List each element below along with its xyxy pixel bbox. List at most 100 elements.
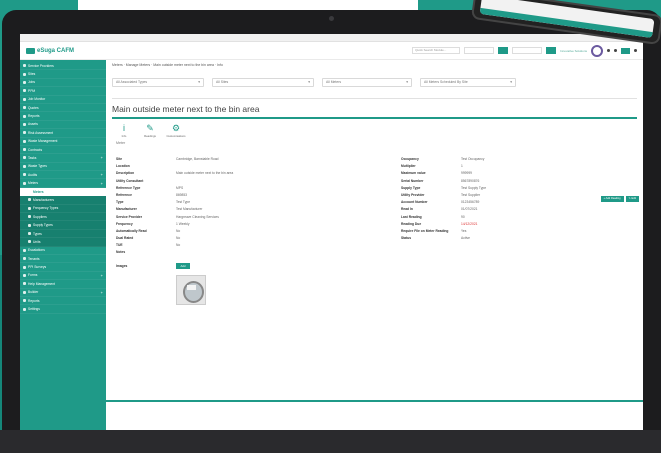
sidebar-item-escalations[interactable]: Escalations xyxy=(20,247,106,255)
chevron-down-icon: ▾ xyxy=(308,80,310,84)
detail-row: Frequency 1 Weekly xyxy=(116,221,401,228)
sidebar-item-suppliers[interactable]: Suppliers xyxy=(20,213,106,222)
filter-associated-types[interactable]: All Associated Types ▾ xyxy=(112,78,204,87)
detail-label: Status xyxy=(401,236,412,241)
sidebar: Service Providers Sites Jobs PPM Job Monitor… xyxy=(20,60,106,431)
sidebar-icon xyxy=(28,240,31,244)
detail-row: Serial Number 8567890876 xyxy=(401,178,486,185)
app-logo[interactable]: eSuga CAFM xyxy=(26,47,106,54)
sidebar-item-units[interactable]: Units xyxy=(20,238,106,247)
sidebar-item-label: Contracts xyxy=(28,147,43,152)
filter-sites[interactable]: All Sites ▾ xyxy=(212,78,314,87)
sidebar-icon xyxy=(23,257,26,261)
sidebar-icon xyxy=(23,131,26,135)
search-input[interactable]: Quick Search Module... xyxy=(412,47,461,54)
user-icon[interactable] xyxy=(614,49,617,52)
go-button[interactable] xyxy=(546,47,557,54)
sidebar-icon xyxy=(28,215,31,219)
sidebar-item-meters[interactable]: Meters xyxy=(20,187,106,197)
add-reading-button[interactable]: + Add Reading xyxy=(600,196,624,202)
sidebar-item-reports[interactable]: Reports xyxy=(20,112,106,121)
filter-input[interactable] xyxy=(464,47,495,54)
detail-row: Maximum value 999999 xyxy=(401,170,486,177)
notification-icon[interactable] xyxy=(607,49,610,52)
sidebar-item-service-providers[interactable]: Service Providers xyxy=(20,62,106,71)
sidebar-icon xyxy=(23,181,26,185)
filter-schedule[interactable]: All Meters Scheduled By Site ▾ xyxy=(420,78,516,87)
sidebar-icon xyxy=(23,122,26,126)
expand-icon[interactable]: + xyxy=(101,155,103,160)
add-image-button[interactable]: Add xyxy=(176,262,190,269)
main-content: Meters · Manage Meters · Main outside me… xyxy=(106,60,643,431)
sidebar-item-manufacturers[interactable]: Manufacturers xyxy=(20,196,106,205)
detail-row: Manufacturer Test Manufacturer xyxy=(116,206,401,213)
sidebar-item-label: Meters xyxy=(28,181,39,186)
detail-row: Site Cambridge, Barnstable Road xyxy=(116,156,401,163)
detail-value: Active xyxy=(461,236,470,241)
meter-image-thumbnail[interactable] xyxy=(176,274,206,305)
detail-row: Notes xyxy=(116,249,401,256)
detail-label: Reference Type xyxy=(116,185,141,190)
expand-icon[interactable]: + xyxy=(101,273,103,278)
expand-icon[interactable]: + xyxy=(101,181,103,186)
user-badge[interactable] xyxy=(621,47,630,54)
detail-value: Hargreave Cleaning Services xyxy=(176,214,219,219)
detail-row: Require File on Meter Reading Yes xyxy=(401,228,486,235)
search-button[interactable] xyxy=(498,47,509,54)
logo-icon xyxy=(26,47,35,54)
sidebar-item-assets[interactable]: Assets xyxy=(20,121,106,130)
sidebar-icon xyxy=(28,223,31,227)
sidebar-item-reports[interactable]: Reports xyxy=(20,297,106,306)
expand-icon[interactable]: + xyxy=(101,290,103,295)
sidebar-icon xyxy=(23,64,26,68)
sidebar-item-label: Tenants xyxy=(28,256,40,261)
sidebar-item-help-management[interactable]: Help Management xyxy=(20,280,106,289)
readings-action[interactable]: ✎ Readings xyxy=(142,123,158,138)
sidebar-item-tenants[interactable]: Tenants xyxy=(20,255,106,264)
sidebar-item-contracts[interactable]: Contracts xyxy=(20,146,106,155)
detail-row: Reference 869853 xyxy=(116,192,401,199)
sidebar-item-audits[interactable]: Audits + xyxy=(20,171,106,180)
detail-row: Reading Due 14/12/2021 xyxy=(401,221,486,228)
details-left-column: Site Cambridge, Barnstable Road Location De… xyxy=(116,156,401,257)
browser-url-bar[interactable] xyxy=(20,34,643,42)
sidebar-item-meters[interactable]: Meters + xyxy=(20,179,106,188)
laptop-base xyxy=(0,430,661,453)
sidebar-item-label: Reports xyxy=(28,114,40,119)
sidebar-item-jobs[interactable]: Jobs xyxy=(20,79,106,88)
detail-row: Dual Rated No xyxy=(116,235,401,242)
sidebar-icon xyxy=(28,206,31,210)
customisations-action[interactable]: ⚙ Customisations xyxy=(166,123,185,138)
sidebar-item-risk-assessment[interactable]: Risk Assessment xyxy=(20,129,106,138)
info-action[interactable]: i Info xyxy=(116,123,132,138)
sidebar-item-quotes[interactable]: Quotes xyxy=(20,104,106,113)
detail-row: TUE No xyxy=(116,242,401,249)
app-screen: eSuga CAFM Quick Search Module... Innova… xyxy=(20,34,643,432)
menu-icon[interactable] xyxy=(634,49,637,52)
detail-value: 01/07/2021 xyxy=(461,207,478,212)
sidebar-item-settings[interactable]: Settings xyxy=(20,305,106,314)
edit-button[interactable]: ✎ Edit xyxy=(625,196,639,202)
images-label: Images xyxy=(116,263,128,268)
sidebar-item-builder[interactable]: Builder + xyxy=(20,289,106,297)
sidebar-icon xyxy=(23,173,26,177)
detail-label: Serial Number xyxy=(401,178,424,183)
secondary-input[interactable] xyxy=(512,47,543,54)
sidebar-item-job-monitor[interactable]: Job Monitor xyxy=(20,96,106,104)
filter-meters[interactable]: All Meters ▾ xyxy=(322,78,412,87)
sidebar-item-ppm[interactable]: PPM xyxy=(20,87,106,96)
sidebar-item-forms[interactable]: Forms + xyxy=(20,272,106,281)
sidebar-item-frequency-types[interactable]: Frequency Types xyxy=(20,205,106,214)
detail-row: Account Number 0123456789 xyxy=(401,199,486,206)
phone-screen xyxy=(479,0,655,39)
sidebar-item-tasks[interactable]: Tasks + xyxy=(20,154,106,163)
expand-icon[interactable]: + xyxy=(101,172,103,177)
sidebar-item-sites[interactable]: Sites xyxy=(20,70,106,79)
sidebar-item-waste-types[interactable]: Waste Types xyxy=(20,163,106,172)
sidebar-item-label: Waste Management xyxy=(28,139,58,144)
sidebar-item-types[interactable]: Types xyxy=(20,230,106,239)
sidebar-item-ppi-surveys[interactable]: PPI Surveys xyxy=(20,263,106,272)
sidebar-item-supply-types[interactable]: Supply Types xyxy=(20,221,106,230)
sidebar-item-waste-management[interactable]: Waste Management xyxy=(20,138,106,146)
detail-label: Supply Type xyxy=(401,185,421,190)
